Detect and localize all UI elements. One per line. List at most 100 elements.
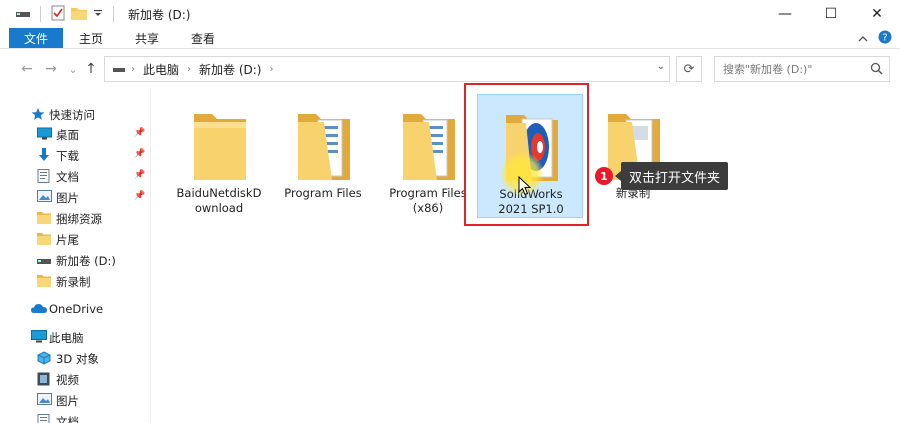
folder-item[interactable]: BaiduNetdiskD ownload: [166, 94, 272, 218]
sidebar-item-label: 捆绑资源: [56, 212, 102, 226]
sidebar-item-label: 图片: [56, 394, 79, 408]
cloud-icon: [31, 302, 47, 316]
sidebar-item-quick-access[interactable]: 快速访问: [0, 104, 150, 125]
document-icon: [37, 169, 53, 183]
star-icon: [31, 107, 47, 121]
sidebar-item-onedrive[interactable]: OneDrive: [0, 299, 150, 320]
picture-icon: [37, 393, 53, 407]
sidebar-item-new-recording[interactable]: 新录制: [0, 271, 150, 292]
tab-share[interactable]: 共享: [119, 28, 175, 48]
folder-label-line: Program Files: [284, 186, 362, 200]
folder-icon: [190, 106, 250, 182]
folder-label: BaiduNetdiskD ownload: [166, 186, 272, 216]
chevron-down-icon[interactable]: ⌄: [657, 61, 665, 72]
sidebar-item-label: 片尾: [56, 233, 79, 247]
back-button[interactable]: ←: [16, 58, 38, 80]
search-icon: [870, 62, 883, 78]
close-button[interactable]: ✕: [854, 0, 900, 28]
refresh-icon: ⟳: [683, 61, 695, 77]
maximize-button[interactable]: ☐: [808, 0, 854, 28]
sidebar-item-pictures[interactable]: 图片 📌: [0, 187, 150, 208]
drive-icon[interactable]: [16, 7, 30, 21]
folder-item[interactable]: Program Files: [270, 94, 376, 218]
tab-home[interactable]: 主页: [63, 28, 119, 48]
ribbon-tabs: 文件 主页 共享 查看 ?: [0, 28, 900, 49]
pin-icon[interactable]: 📌: [134, 170, 145, 180]
sidebar-item-this-pc[interactable]: 此电脑: [0, 327, 150, 348]
address-bar[interactable]: › 此电脑 › 新加卷 (D:) › ⌄: [104, 56, 670, 82]
sidebar-item-bundle-resources[interactable]: 捆绑资源: [0, 208, 150, 229]
pane-divider: [150, 88, 151, 423]
minimize-button[interactable]: —: [762, 0, 808, 28]
window-controls: — ☐ ✕: [762, 0, 900, 28]
chevron-right-icon: ›: [187, 63, 192, 75]
sidebar-item-label: 新加卷 (D:): [56, 254, 116, 268]
tab-view[interactable]: 查看: [175, 28, 231, 48]
sidebar-item-label: 此电脑: [49, 331, 84, 345]
search-input[interactable]: 搜索"新加卷 (D:)": [714, 56, 890, 82]
forward-button[interactable]: →: [40, 58, 62, 80]
toolbar-separator: [113, 6, 114, 22]
computer-icon: [31, 330, 47, 344]
sidebar-item-desktop[interactable]: 桌面 📌: [0, 124, 150, 145]
help-icon[interactable]: ?: [878, 30, 892, 47]
sidebar-item-label: 下载: [56, 149, 79, 163]
folder-label: Program Files: [270, 186, 376, 201]
folder-icon: [399, 106, 459, 182]
sidebar-item-pc-pictures[interactable]: 图片: [0, 390, 150, 411]
sidebar-item-label: OneDrive: [49, 302, 104, 316]
sidebar-item-label: 快速访问: [49, 108, 95, 122]
toolbar-separator: [40, 6, 41, 22]
sidebar-item-label: 文档: [56, 170, 79, 184]
chevron-right-icon[interactable]: ›: [269, 64, 273, 75]
folder-icon: [37, 232, 53, 246]
sidebar-item-label: 文档: [56, 415, 79, 423]
chevron-right-icon: ›: [131, 63, 135, 75]
sidebar-item-videos[interactable]: 视频: [0, 369, 150, 390]
pin-icon[interactable]: 📌: [134, 191, 145, 201]
sidebar-item-pc-documents[interactable]: 文档: [0, 411, 150, 423]
sidebar-item-ending[interactable]: 片尾: [0, 229, 150, 250]
step-badge: 1: [595, 167, 613, 185]
desktop-icon: [37, 127, 53, 141]
sidebar-item-label: 3D 对象: [56, 352, 99, 366]
pin-icon[interactable]: 📌: [134, 128, 145, 138]
window-title: 新加卷 (D:): [128, 7, 191, 22]
search-placeholder: 搜索"新加卷 (D:)": [723, 63, 813, 76]
sidebar-item-label: 新录制: [56, 275, 91, 289]
svg-text:?: ?: [882, 33, 887, 44]
up-button[interactable]: ↑: [80, 58, 102, 80]
sidebar-item-downloads[interactable]: 下载 📌: [0, 145, 150, 166]
new-folder-icon[interactable]: [71, 6, 87, 23]
quick-access-toolbar: [0, 5, 118, 24]
video-icon: [37, 372, 53, 386]
sidebar-item-label: 视频: [56, 373, 79, 387]
tab-file[interactable]: 文件: [9, 28, 64, 48]
sidebar-item-label: 图片: [56, 191, 79, 205]
mouse-cursor-icon: [518, 175, 532, 199]
refresh-button[interactable]: ⟳: [676, 56, 702, 82]
folder-icon: [294, 106, 354, 182]
navigation-bar: ← → ⌄ ↑ › 此电脑 › 新加卷 (D:) › ⌄ ⟳ 搜索"新加卷 (D…: [0, 56, 900, 84]
folder-label-line: BaiduNetdiskD: [176, 186, 262, 200]
expand-ribbon-icon[interactable]: [858, 32, 868, 46]
3d-objects-icon: [37, 351, 53, 365]
breadcrumb-this-pc[interactable]: 此电脑: [143, 61, 179, 78]
folder-item[interactable]: 新录制: [580, 94, 686, 218]
folder-icon: [37, 211, 53, 225]
properties-icon[interactable]: [51, 5, 65, 24]
drive-icon: [113, 62, 125, 76]
ribbon-right-controls: ?: [858, 30, 892, 47]
picture-icon: [37, 190, 53, 204]
download-icon: [37, 148, 53, 162]
folder-icon: [37, 274, 53, 288]
pin-icon[interactable]: 📌: [134, 149, 145, 159]
sidebar-item-documents[interactable]: 文档 📌: [0, 166, 150, 187]
breadcrumb-drive-d[interactable]: 新加卷 (D:): [199, 61, 261, 78]
customize-toolbar-icon[interactable]: [93, 7, 103, 21]
sidebar-item-drive-d[interactable]: 新加卷 (D:): [0, 250, 150, 271]
navigation-pane: 快速访问 桌面 📌 下载 📌 文档 📌 图片 📌 捆绑资源 片尾 新加卷 (D:…: [0, 96, 150, 423]
instruction-tooltip: 双击打开文件夹: [614, 162, 729, 190]
sidebar-item-label: 桌面: [56, 128, 79, 142]
sidebar-item-3d-objects[interactable]: 3D 对象: [0, 348, 150, 369]
